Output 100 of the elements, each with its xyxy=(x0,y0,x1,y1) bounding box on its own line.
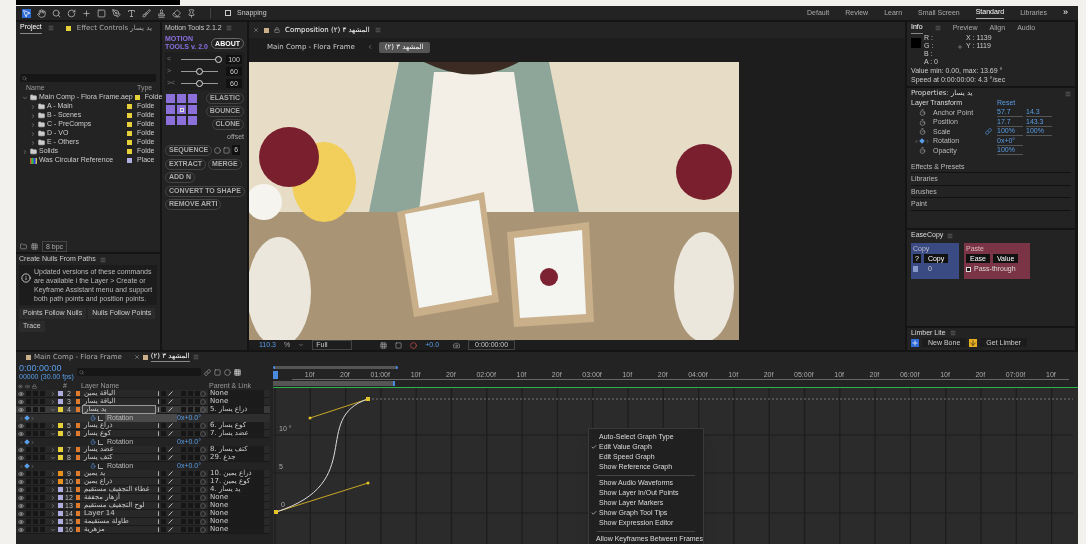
stopwatch-icon[interactable] xyxy=(90,463,96,469)
label-color-swatch[interactable] xyxy=(58,391,63,396)
graph-editor-icon[interactable] xyxy=(98,439,103,445)
clipboard-icon[interactable] xyxy=(913,266,918,272)
panel-menu-icon[interactable] xyxy=(374,27,381,33)
label-color-swatch[interactable] xyxy=(58,487,63,492)
download-icon[interactable] xyxy=(969,338,978,347)
panel-menu-icon[interactable] xyxy=(947,232,954,239)
disclosure-icon[interactable] xyxy=(50,454,56,461)
disclosure-icon[interactable] xyxy=(50,494,56,501)
eraser-tool-icon[interactable] xyxy=(172,8,181,18)
panel-menu-icon[interactable] xyxy=(949,330,956,336)
time-navigator[interactable] xyxy=(273,366,398,369)
close-icon[interactable] xyxy=(253,27,259,33)
visibility-icon[interactable] xyxy=(18,526,24,533)
label-color-swatch[interactable] xyxy=(58,511,63,516)
grid-icon[interactable] xyxy=(380,341,388,349)
visibility-icon[interactable] xyxy=(18,502,24,509)
disclosure-icon[interactable] xyxy=(50,390,56,397)
stopwatch-icon[interactable] xyxy=(918,128,926,136)
label-color-swatch[interactable] xyxy=(58,519,63,524)
rectangle-tool-icon[interactable] xyxy=(97,8,106,18)
visibility-icon[interactable] xyxy=(18,494,24,501)
label-color-swatch[interactable] xyxy=(58,479,63,484)
visibility-icon[interactable] xyxy=(18,406,24,413)
graph-editor-icon[interactable] xyxy=(98,463,103,469)
constrain-proportions-icon[interactable] xyxy=(985,128,992,136)
panel-menu-icon[interactable] xyxy=(225,25,232,31)
brush-tool-icon[interactable] xyxy=(142,8,151,18)
visibility-icon[interactable] xyxy=(18,422,24,429)
keyframe-icon[interactable] xyxy=(24,463,30,469)
panel-menu-icon[interactable] xyxy=(47,25,54,31)
panel-menu-icon[interactable] xyxy=(934,25,941,31)
keyframe-icon[interactable] xyxy=(24,415,30,421)
dropdown-icon[interactable] xyxy=(298,342,305,348)
label-color-swatch[interactable] xyxy=(58,447,63,452)
stopwatch-icon[interactable] xyxy=(918,147,926,155)
label-color-swatch[interactable] xyxy=(127,122,132,127)
visibility-icon[interactable] xyxy=(18,486,24,493)
visibility-icon[interactable] xyxy=(18,454,24,461)
label-color-swatch[interactable] xyxy=(127,104,132,109)
label-color-swatch[interactable] xyxy=(58,527,63,532)
close-icon[interactable] xyxy=(133,354,140,360)
value-graph-curve[interactable] xyxy=(274,397,370,514)
new-folder-icon[interactable] xyxy=(20,243,27,250)
label-color-swatch[interactable] xyxy=(58,471,63,476)
slider-thumb[interactable] xyxy=(196,67,203,75)
disclosure-icon[interactable] xyxy=(50,398,56,405)
rotate-tool-icon[interactable] xyxy=(67,8,76,18)
stopwatch-icon[interactable] xyxy=(918,118,926,126)
label-color-swatch[interactable] xyxy=(134,95,140,100)
disclosure-icon[interactable] xyxy=(30,121,36,128)
slider-thumb[interactable] xyxy=(196,79,203,87)
graph-editor-icon[interactable] xyxy=(98,415,103,421)
label-color-swatch[interactable] xyxy=(127,140,132,145)
stopwatch-icon[interactable] xyxy=(918,109,926,117)
label-color-swatch[interactable] xyxy=(58,503,63,508)
label-color-swatch[interactable] xyxy=(58,431,63,436)
label-color-swatch[interactable] xyxy=(58,495,63,500)
label-color-swatch[interactable] xyxy=(58,423,63,428)
slider-thumb[interactable] xyxy=(214,55,222,63)
disclosure-icon[interactable] xyxy=(22,94,28,101)
disclosure-icon[interactable] xyxy=(50,486,56,493)
current-time[interactable]: 0:00:00:00 xyxy=(19,363,74,373)
add-icon[interactable] xyxy=(911,338,919,347)
camera-icon[interactable] xyxy=(453,341,461,349)
layer-search-field[interactable] xyxy=(76,368,201,376)
panel-menu-icon[interactable] xyxy=(99,256,106,263)
visibility-icon[interactable] xyxy=(18,510,24,517)
label-color-swatch[interactable] xyxy=(127,113,132,118)
keyframe-icon[interactable] xyxy=(919,138,925,145)
panel-menu-icon[interactable] xyxy=(192,354,199,360)
stamp-tool-icon[interactable] xyxy=(157,8,166,18)
type-tool-icon[interactable] xyxy=(127,8,136,18)
disclosure-icon[interactable] xyxy=(30,103,36,110)
pass-through-checkbox[interactable] xyxy=(966,266,971,272)
disclosure-icon[interactable] xyxy=(30,130,36,137)
panel-menu-icon[interactable] xyxy=(1065,90,1071,97)
visibility-icon[interactable] xyxy=(18,518,24,525)
label-color-swatch[interactable] xyxy=(58,399,63,404)
keyframe-icon[interactable] xyxy=(24,439,30,445)
label-color-swatch[interactable] xyxy=(58,407,63,412)
selection-tool-icon[interactable] xyxy=(22,8,31,18)
snapping-checkbox[interactable] xyxy=(225,10,231,16)
label-color-swatch[interactable] xyxy=(127,158,132,163)
playhead-icon[interactable] xyxy=(273,371,278,379)
visibility-icon[interactable] xyxy=(18,398,24,405)
disclosure-icon[interactable] xyxy=(22,148,28,155)
disclosure-icon[interactable] xyxy=(50,502,56,509)
label-color-swatch[interactable] xyxy=(127,131,132,136)
pen-tool-icon[interactable] xyxy=(112,8,121,18)
visibility-icon[interactable] xyxy=(18,470,24,477)
disclosure-icon[interactable] xyxy=(50,510,56,517)
disclosure-icon[interactable] xyxy=(50,526,56,533)
work-area-bar[interactable] xyxy=(273,381,395,386)
visibility-icon[interactable] xyxy=(18,446,24,453)
new-composition-icon[interactable] xyxy=(31,243,38,250)
disclosure-icon[interactable] xyxy=(30,112,36,119)
disclosure-icon[interactable] xyxy=(50,446,56,453)
disclosure-icon[interactable] xyxy=(50,478,56,485)
